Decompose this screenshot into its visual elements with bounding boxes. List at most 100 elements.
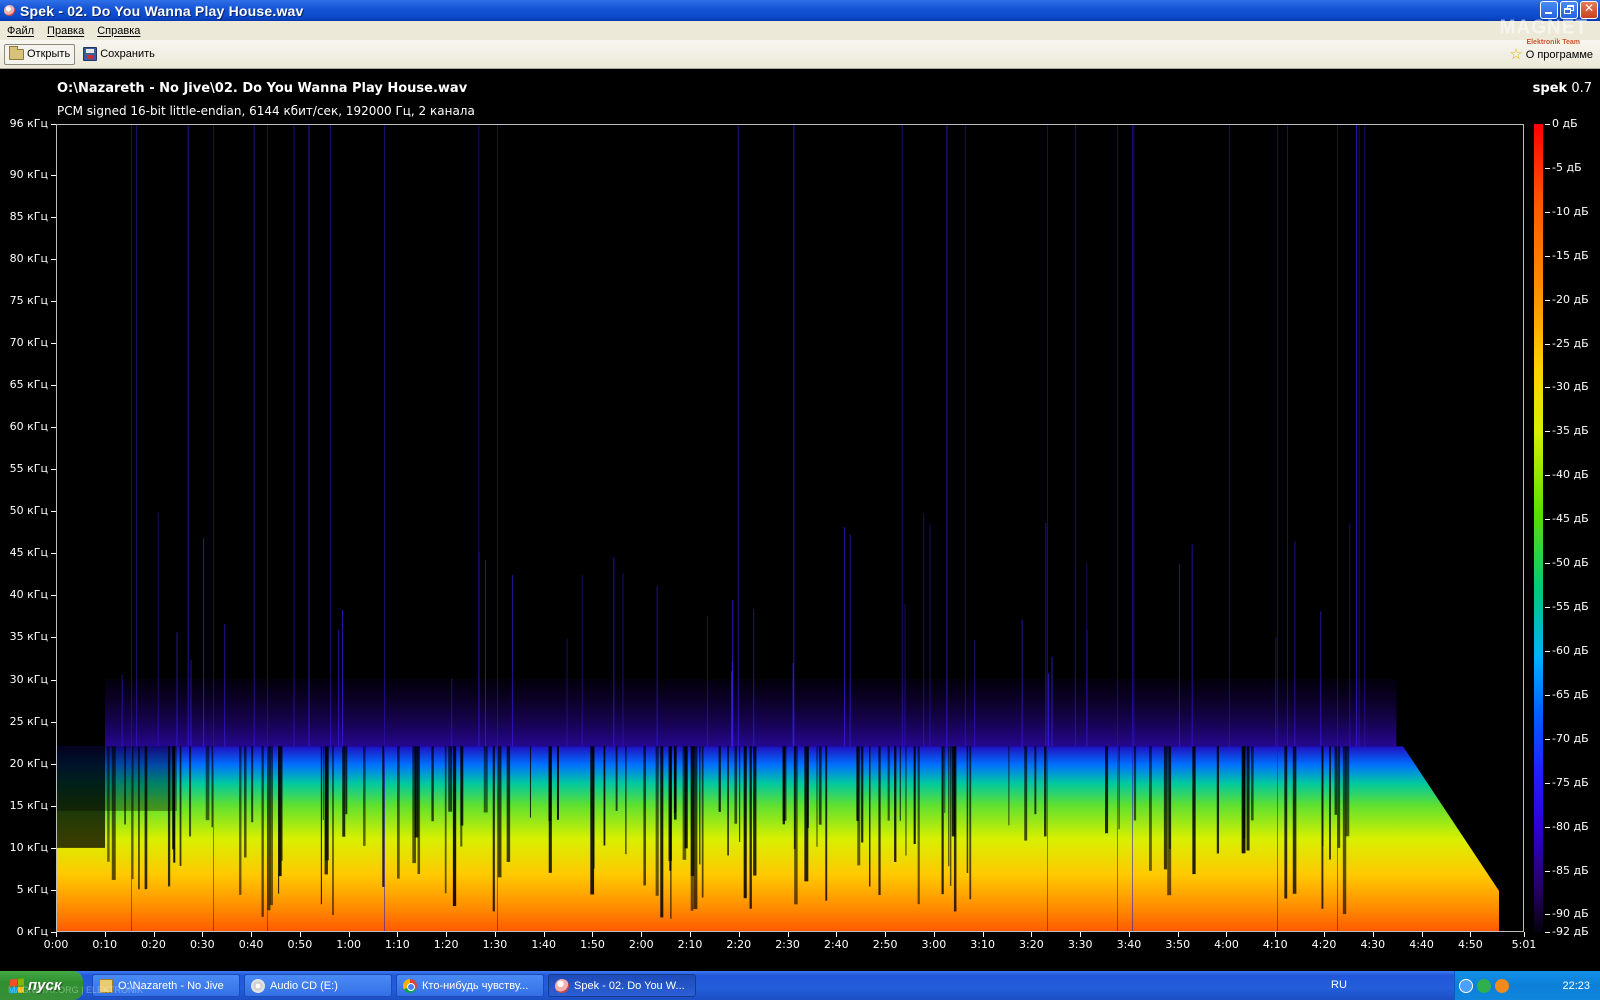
transient-line — [1132, 125, 1133, 931]
db-tick — [1545, 932, 1550, 933]
freq-tick — [51, 469, 56, 471]
title-bar[interactable]: Spek - 02. Do You Wanna Play House.wav ✕ — [0, 0, 1600, 21]
task-audio-cd[interactable]: Audio CD (E:) — [244, 974, 392, 997]
time-tick — [348, 932, 350, 937]
about-button[interactable]: ☆ О программе — [1509, 44, 1593, 65]
freq-tick-label: 80 кГц — [9, 251, 48, 265]
chrome-icon — [403, 978, 417, 993]
db-tick-label: -15 дБ — [1552, 248, 1589, 262]
db-tick — [1545, 255, 1550, 257]
transient-streak — [904, 604, 906, 747]
transient-streak — [1286, 125, 1288, 747]
freq-tick-label: 60 кГц — [9, 420, 48, 433]
time-tick — [104, 932, 106, 937]
spectrogram-image — [57, 125, 1523, 931]
time-tick — [690, 932, 692, 937]
freq-tick — [51, 637, 56, 639]
beat-gap — [324, 746, 328, 875]
transient-streak — [964, 125, 966, 747]
transient-line — [1337, 125, 1338, 931]
beat-gap — [693, 746, 698, 910]
time-tick — [1324, 932, 1326, 937]
beat-gap — [1246, 746, 1250, 851]
beat-gap — [1292, 746, 1297, 894]
db-tick — [1545, 650, 1550, 652]
db-tick-label: -90 дБ — [1552, 907, 1589, 921]
beat-gap — [1243, 746, 1246, 839]
time-tick-label: 1:40 — [531, 938, 557, 951]
save-button[interactable]: Сохранить — [79, 44, 159, 65]
beat-gap — [660, 746, 664, 918]
transient-streak — [1355, 125, 1357, 747]
time-tick — [543, 932, 545, 937]
transient-streak — [730, 671, 732, 747]
menu-file[interactable]: Файл — [0, 25, 40, 37]
db-tick-label: -45 дБ — [1552, 512, 1589, 526]
db-tick-label: -55 дБ — [1552, 600, 1589, 614]
freq-tick-label: 65 кГц — [9, 377, 48, 391]
save-disk-icon — [83, 47, 98, 61]
beat-gap — [894, 746, 897, 862]
spectrogram-view: O:\Nazareth - No Jive\02. Do You Wanna P… — [0, 70, 1600, 971]
antivirus-icon[interactable] — [1495, 978, 1509, 993]
beat-gap — [643, 746, 647, 886]
beat-gap — [1133, 746, 1137, 821]
time-tick-label: 4:40 — [1409, 938, 1434, 951]
time-tick — [592, 932, 594, 937]
open-button[interactable]: Открыть — [4, 43, 76, 65]
beat-gap — [593, 746, 595, 869]
clock[interactable]: 22:23 — [1562, 980, 1590, 992]
time-tick-label: 1:10 — [385, 938, 410, 951]
transient-streak — [1294, 540, 1296, 747]
beat-gap — [144, 746, 148, 890]
db-tick — [1545, 870, 1550, 872]
network-icon[interactable] — [1459, 978, 1473, 993]
transient-streak — [1133, 125, 1135, 747]
update-icon[interactable] — [1477, 978, 1491, 993]
transient-streak — [1178, 563, 1180, 747]
time-tick-label: 0:20 — [141, 938, 166, 951]
transient-streak — [136, 125, 138, 747]
freq-tick-label: 5 кГц — [16, 882, 48, 896]
transient-streak — [1191, 544, 1193, 747]
db-tick — [1545, 607, 1550, 609]
beat-gap — [332, 746, 334, 916]
beat-gap — [322, 746, 324, 821]
menu-help[interactable]: Справка — [90, 25, 146, 37]
freq-tick-label: 75 кГц — [9, 293, 48, 307]
transient-streak — [901, 125, 903, 747]
time-tick-label: 1:50 — [580, 938, 605, 951]
spek-app-icon[interactable] — [4, 5, 15, 16]
db-tick — [1545, 563, 1550, 565]
beat-gap — [953, 746, 957, 912]
menu-edit[interactable]: Правка — [40, 25, 90, 37]
transient-line — [384, 125, 385, 931]
time-tick — [1372, 932, 1374, 937]
transient-streak — [157, 512, 159, 747]
beat-gap — [699, 746, 701, 865]
transient-streak — [330, 125, 332, 747]
time-tick-label: 1:30 — [482, 938, 508, 951]
freq-tick-label: 50 кГц — [9, 504, 48, 518]
beat-gap — [782, 746, 787, 821]
task-spek[interactable]: Spek - 02. Do You W... — [548, 974, 696, 997]
beat-gap — [878, 746, 881, 896]
transient-streak — [844, 526, 846, 747]
time-tick — [1226, 932, 1228, 937]
minimize-icon — [1545, 12, 1552, 14]
time-tick — [738, 932, 740, 937]
task-browser[interactable]: Кто-нибудь чувству... — [396, 974, 544, 997]
beat-gap — [138, 746, 140, 890]
freq-tick — [51, 847, 56, 849]
db-tick — [1545, 211, 1550, 213]
freq-tick-label: 10 кГц — [9, 840, 48, 854]
beat-gap — [452, 746, 457, 907]
transient-streak — [253, 125, 255, 747]
transient-streak — [1021, 619, 1023, 747]
beat-gap — [483, 746, 488, 813]
freq-tick — [51, 300, 56, 302]
time-tick-label: 5:01 — [1511, 938, 1537, 951]
time-tick — [885, 932, 887, 937]
beat-gap — [1034, 746, 1037, 815]
language-indicator[interactable]: RU — [1331, 979, 1347, 991]
